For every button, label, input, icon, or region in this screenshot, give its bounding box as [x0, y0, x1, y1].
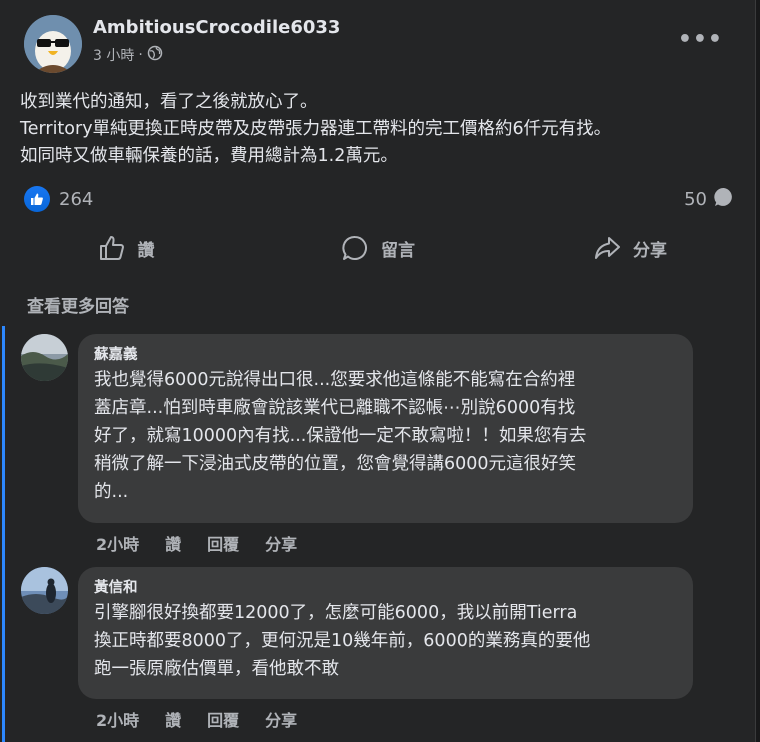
- comment-item: 蘇嘉義 我也覺得6000元說得出口很...您要求他這條能不能寫在合約裡 蓋店章.…: [21, 334, 693, 523]
- share-button[interactable]: 分享: [504, 228, 756, 268]
- like-icon: [99, 236, 124, 260]
- globe-icon: [147, 45, 163, 65]
- comment-text-line: 蓋店章...怕到時車廠會說該業代已離職不認帳⋯別說6000有找: [94, 398, 576, 418]
- comment-text: 我也覺得6000元說得出口很...您要求他這條能不能寫在合約裡 蓋店章...怕到…: [94, 366, 677, 506]
- like-reaction-icon: [24, 186, 50, 212]
- commenter-name[interactable]: 蘇嘉義: [94, 344, 677, 366]
- post-action-bar: 讚 留言 分享: [0, 228, 756, 268]
- comment-actions: 2小時 讚 回覆 分享: [96, 531, 323, 555]
- comment-text-line: 引擎腳很好換都要12000了，怎麼可能6000，我以前開Tierra: [94, 603, 578, 623]
- comment-time[interactable]: 2小時: [96, 707, 139, 731]
- like-label: 讚: [137, 240, 155, 261]
- comment-share-button[interactable]: 分享: [265, 707, 297, 731]
- commenter-avatar[interactable]: [21, 567, 68, 614]
- author-avatar[interactable]: [24, 15, 82, 73]
- comment-label: 留言: [381, 240, 415, 261]
- reaction-count: 264: [59, 188, 94, 210]
- post-body-line: Territory單純更換正時皮帶及皮帶張力器連工帶料的完工價格約6仟元有找。: [20, 119, 612, 139]
- more-options-icon[interactable]: •••: [678, 29, 723, 51]
- share-icon: [595, 237, 620, 259]
- comment-time[interactable]: 2小時: [96, 531, 139, 555]
- share-label: 分享: [633, 240, 667, 261]
- comment-count[interactable]: 50: [684, 186, 735, 213]
- post-body-line: 收到業代的通知，看了之後就放心了。: [20, 92, 318, 112]
- comment-reply-button[interactable]: 回覆: [207, 707, 239, 731]
- comment-bubble: 蘇嘉義 我也覺得6000元說得出口很...您要求他這條能不能寫在合約裡 蓋店章.…: [78, 334, 693, 523]
- comment-bubble-icon: [713, 186, 735, 213]
- comment-icon: [342, 236, 367, 260]
- comment-count-value: 50: [684, 189, 707, 210]
- comment-like-button[interactable]: 讚: [165, 531, 181, 555]
- comment-item: 黃信和 引擎腳很好換都要12000了，怎麼可能6000，我以前開Tierra 換…: [21, 567, 693, 699]
- comment-actions: 2小時 讚 回覆 分享: [96, 707, 323, 731]
- comment-text-line: 跑一張原廠估價單，看他敢不敢: [94, 659, 339, 679]
- thread-indicator: [2, 326, 5, 742]
- post-body: 收到業代的通知，看了之後就放心了。 Territory單純更換正時皮帶及皮帶張力…: [20, 89, 740, 170]
- comment-reply-button[interactable]: 回覆: [207, 531, 239, 555]
- comment-button[interactable]: 留言: [252, 228, 504, 268]
- reaction-summary[interactable]: 264: [24, 186, 93, 212]
- post-time[interactable]: 3 小時: [93, 45, 134, 65]
- post-card: AmbitiousCrocodile6033 3 小時 · ••• 收到業代的通…: [0, 0, 756, 742]
- comment-text-line: 好了，就寫10000內有找...保證他一定不敢寫啦！！如果您有去: [94, 426, 587, 446]
- comment-text: 引擎腳很好換都要12000了，怎麼可能6000，我以前開Tierra 換正時都要…: [94, 599, 677, 683]
- post-header: AmbitiousCrocodile6033 3 小時 ·: [24, 15, 340, 73]
- meta-separator: ·: [138, 47, 143, 63]
- see-more-replies-link[interactable]: 查看更多回答: [27, 292, 129, 317]
- comment-bubble: 黃信和 引擎腳很好換都要12000了，怎麼可能6000，我以前開Tierra 換…: [78, 567, 693, 699]
- author-name[interactable]: AmbitiousCrocodile6033: [93, 15, 340, 41]
- post-meta: 3 小時 ·: [93, 45, 340, 65]
- comment-text-line: 的...: [94, 482, 129, 502]
- like-button[interactable]: 讚: [0, 228, 252, 268]
- commenter-name[interactable]: 黃信和: [94, 577, 677, 599]
- comment-text-line: 換正時都要8000了，更何況是10幾年前，6000的業務真的要他: [94, 631, 591, 651]
- post-body-line: 如同時又做車輛保養的話，費用總計為1.2萬元。: [20, 146, 398, 166]
- comment-share-button[interactable]: 分享: [265, 531, 297, 555]
- comment-text-line: 稍微了解一下浸油式皮帶的位置，您會覺得講6000元這很好笑: [94, 454, 577, 474]
- comment-text-line: 我也覺得6000元說得出口很...您要求他這條能不能寫在合約裡: [94, 370, 576, 390]
- commenter-avatar[interactable]: [21, 334, 68, 381]
- comment-like-button[interactable]: 讚: [165, 707, 181, 731]
